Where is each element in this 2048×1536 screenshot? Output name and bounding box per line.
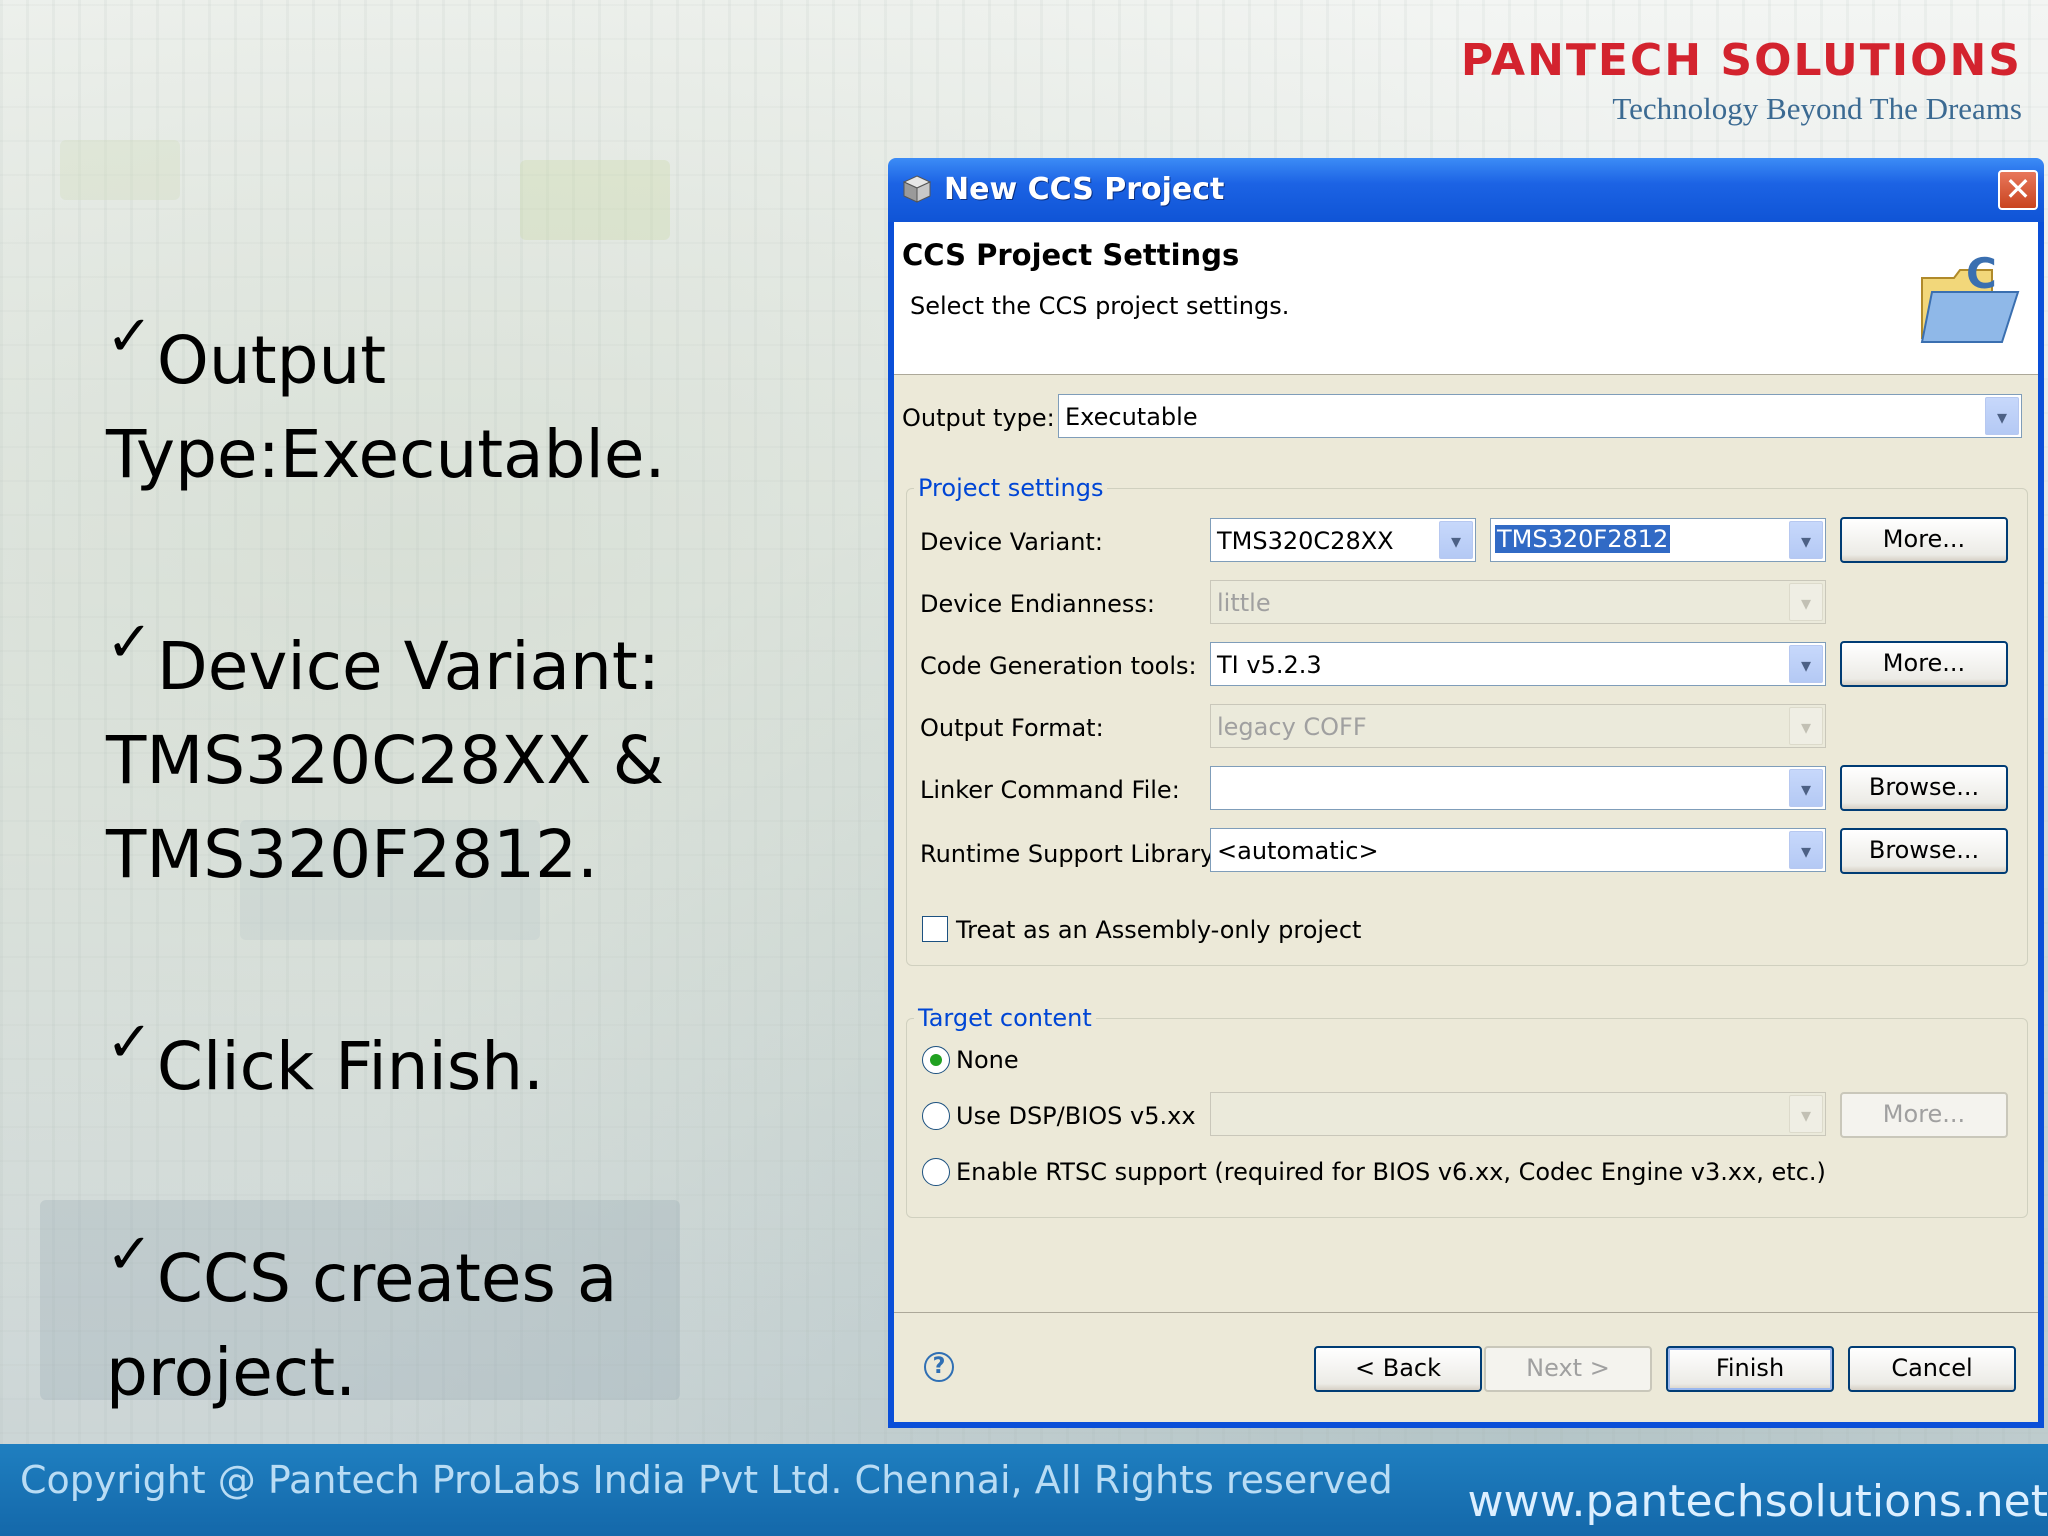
dropdown-arrow-icon: ▾ — [1789, 1095, 1823, 1133]
target-content-title: Target content — [914, 1004, 1096, 1032]
wizard-header: CCS Project Settings Select the CCS proj… — [894, 222, 2038, 375]
checkmark-icon: ✓ — [106, 1010, 153, 1075]
device-variant-value: TMS320F2812 — [1495, 525, 1671, 553]
runtime-lib-value: <automatic> — [1217, 837, 1379, 865]
dropdown-arrow-icon[interactable]: ▾ — [1789, 645, 1823, 683]
page-title: CCS Project Settings — [902, 238, 1240, 272]
device-endianness-label: Device Endianness: — [920, 590, 1155, 618]
output-type-label: Output type: — [902, 404, 1055, 432]
ccs-app-icon — [902, 175, 932, 203]
dropdown-arrow-icon[interactable]: ▾ — [1789, 769, 1823, 807]
dspbios-more-button: More... — [1840, 1092, 2008, 1138]
bullet-ccs-creates: ✓CCS creates a project. — [106, 1208, 866, 1420]
next-button: Next > — [1484, 1346, 1652, 1392]
dropdown-arrow-icon: ▾ — [1789, 583, 1823, 621]
target-none-label[interactable]: None — [956, 1046, 1019, 1074]
target-dspbios-radio[interactable] — [922, 1102, 950, 1130]
target-dspbios-label[interactable]: Use DSP/BIOS v5.xx — [956, 1102, 1196, 1130]
help-icon[interactable]: ? — [924, 1352, 954, 1382]
output-format-label: Output Format: — [920, 714, 1104, 742]
checkmark-icon: ✓ — [106, 304, 153, 369]
codegen-tools-value: TI v5.2.3 — [1217, 651, 1322, 679]
device-endianness-combo: little ▾ — [1210, 580, 1826, 624]
bullet-click-finish: ✓Click Finish. — [106, 996, 866, 1114]
checkmark-icon: ✓ — [106, 1222, 153, 1287]
bullet-text: Output Type:Executable. — [106, 322, 666, 493]
company-logo: PANTECH SOLUTIONS Technology Beyond The … — [1461, 36, 2022, 128]
footer-copyright: Copyright @ Pantech ProLabs India Pvt Lt… — [20, 1458, 1393, 1502]
target-rtsc-label[interactable]: Enable RTSC support (required for BIOS v… — [956, 1158, 1826, 1186]
dropdown-arrow-icon[interactable]: ▾ — [1789, 521, 1823, 559]
target-none-radio[interactable] — [922, 1046, 950, 1074]
linker-cmd-combo[interactable]: ▾ — [1210, 766, 1826, 810]
dspbios-version-combo: ▾ — [1210, 1092, 1826, 1136]
bullet-list: ✓Output Type:Executable. ✓Device Variant… — [106, 290, 866, 1514]
dropdown-arrow-icon: ▾ — [1789, 707, 1823, 745]
runtime-lib-label: Runtime Support Library: — [920, 840, 1221, 868]
device-more-button[interactable]: More... — [1840, 517, 2008, 563]
codegen-tools-combo[interactable]: TI v5.2.3 ▾ — [1210, 642, 1826, 686]
bullet-device-variant: ✓Device Variant: TMS320C28XX & TMS320F28… — [106, 596, 866, 902]
linker-cmd-label: Linker Command File: — [920, 776, 1180, 804]
linker-browse-button[interactable]: Browse... — [1840, 765, 2008, 811]
finish-button[interactable]: Finish — [1666, 1346, 1834, 1392]
output-format-value: legacy COFF — [1217, 713, 1367, 741]
dropdown-arrow-icon[interactable]: ▾ — [1789, 831, 1823, 869]
output-type-combo[interactable]: Executable ▾ — [1058, 394, 2022, 438]
dialog-title: New CCS Project — [944, 172, 1225, 207]
codegen-tools-label: Code Generation tools: — [920, 652, 1197, 680]
close-icon[interactable]: ✕ — [1998, 170, 2038, 210]
folder-c-icon: C — [1920, 249, 2020, 343]
logo-tagline: Technology Beyond The Dreams — [1612, 91, 2022, 126]
runtime-lib-combo[interactable]: <automatic> ▾ — [1210, 828, 1826, 872]
bullet-output-type: ✓Output Type:Executable. — [106, 290, 866, 502]
slide-footer: Copyright @ Pantech ProLabs India Pvt Lt… — [0, 1444, 2048, 1536]
device-family-combo[interactable]: TMS320C28XX ▾ — [1210, 518, 1476, 562]
device-family-value: TMS320C28XX — [1217, 527, 1394, 555]
logo-name: PANTECH SOLUTIONS — [1460, 35, 2022, 86]
cancel-button[interactable]: Cancel — [1848, 1346, 2016, 1392]
bullet-text: Device Variant: TMS320C28XX & TMS320F281… — [106, 628, 665, 893]
device-endianness-value: little — [1217, 589, 1271, 617]
assembly-only-label[interactable]: Treat as an Assembly-only project — [956, 916, 1361, 944]
device-variant-label: Device Variant: — [920, 528, 1103, 556]
device-variant-combo[interactable]: TMS320F2812 ▾ — [1490, 518, 1826, 562]
codegen-more-button[interactable]: More... — [1840, 641, 2008, 687]
button-bar-separator — [894, 1312, 2038, 1313]
dialog-body: CCS Project Settings Select the CCS proj… — [894, 222, 2038, 1422]
output-type-value: Executable — [1065, 403, 1198, 431]
page-subtitle: Select the CCS project settings. — [910, 292, 1290, 320]
runtime-browse-button[interactable]: Browse... — [1840, 828, 2008, 874]
checkmark-icon: ✓ — [106, 610, 153, 675]
dialog-titlebar[interactable]: New CCS Project ✕ — [888, 158, 2044, 222]
back-button[interactable]: < Back — [1314, 1346, 1482, 1392]
assembly-only-checkbox[interactable] — [922, 916, 948, 942]
svg-text:C: C — [1966, 249, 1997, 298]
dropdown-arrow-icon[interactable]: ▾ — [1439, 521, 1473, 559]
footer-url: www.pantechsolutions.net — [1467, 1476, 2048, 1527]
output-format-combo: legacy COFF ▾ — [1210, 704, 1826, 748]
target-rtsc-radio[interactable] — [922, 1158, 950, 1186]
project-settings-title: Project settings — [914, 474, 1108, 502]
new-ccs-project-dialog: New CCS Project ✕ CCS Project Settings S… — [888, 158, 2044, 1428]
dropdown-arrow-icon[interactable]: ▾ — [1985, 397, 2019, 435]
bullet-text: Click Finish. — [156, 1028, 545, 1105]
bullet-text: CCS creates a project. — [106, 1240, 618, 1411]
